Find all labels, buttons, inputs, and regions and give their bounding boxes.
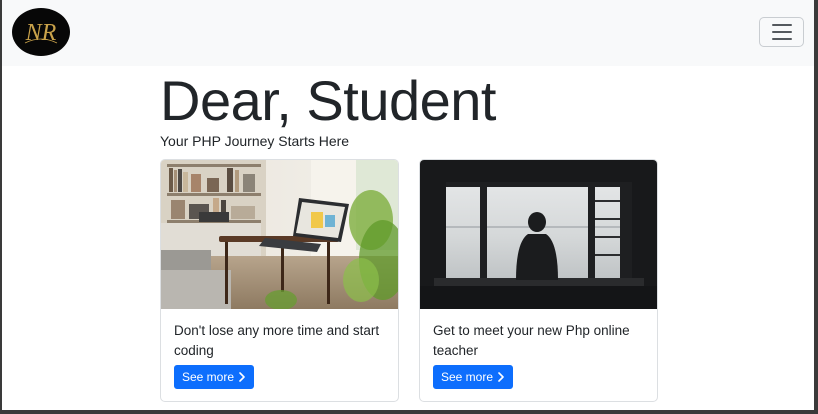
svg-text:NR: NR <box>25 20 57 46</box>
navbar-toggler-button[interactable] <box>759 17 804 47</box>
card-text: Get to meet your new Php online teacher <box>433 323 630 358</box>
page-title: Dear, Student <box>160 69 496 132</box>
card-image-home-office <box>161 160 398 309</box>
see-more-label: See more <box>182 370 235 384</box>
hamburger-menu-icon <box>771 24 792 26</box>
card-image-person-at-window <box>420 160 657 309</box>
brand-logo[interactable]: NR <box>12 8 70 56</box>
page-viewport: NR Dear, Student Your PHP Journey Starts… <box>2 0 814 410</box>
card-text: Don't lose any more time and start codin… <box>174 323 380 358</box>
chevron-right-icon <box>239 372 245 382</box>
page-subtitle: Your PHP Journey Starts Here <box>160 133 350 149</box>
nr-logo-icon: NR <box>25 20 58 46</box>
see-more-button[interactable]: See more <box>433 365 514 389</box>
see-more-button[interactable]: See more <box>174 365 255 389</box>
navbar: NR <box>2 0 814 66</box>
card-start-coding: Don't lose any more time and start codin… <box>160 159 399 402</box>
card-meet-teacher: Get to meet your new Php online teacher … <box>419 159 658 402</box>
see-more-label: See more <box>441 370 494 384</box>
chevron-right-icon <box>498 372 504 382</box>
